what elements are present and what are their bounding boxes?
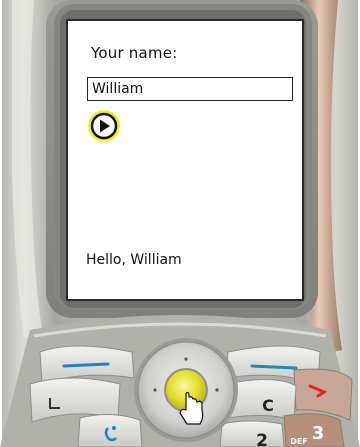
key-3-letters: DEF — [290, 437, 308, 446]
clear-key-label: C — [262, 396, 274, 415]
name-prompt-label: Your name: — [91, 44, 178, 62]
submit-button[interactable] — [88, 110, 120, 142]
voice-key[interactable] — [77, 414, 143, 447]
play-icon — [88, 110, 120, 142]
key-2-label: 2 — [256, 431, 268, 447]
phone-emulator: C 2 3 DEF Your name: Hello, William — [0, 0, 360, 447]
key-3-label: 3 — [312, 423, 325, 444]
name-input[interactable] — [87, 77, 293, 101]
key-2[interactable] — [219, 420, 285, 447]
phone-screen: Your name: Hello, William — [66, 19, 304, 301]
greeting-text: Hello, William — [86, 252, 182, 268]
